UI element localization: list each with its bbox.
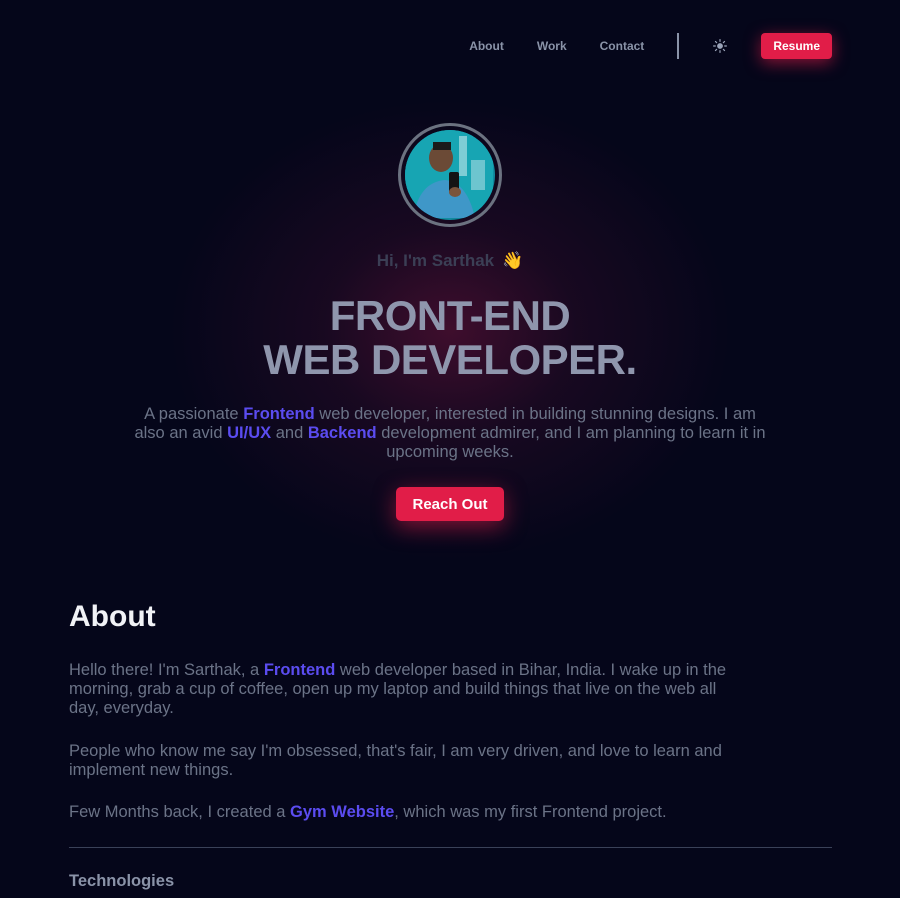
- about-paragraph-3: Few Months back, I created a Gym Website…: [69, 803, 729, 822]
- greeting: Hi, I'm Sarthak 👋: [0, 251, 900, 271]
- highlight-uiux: UI/UX: [227, 424, 272, 442]
- reach-out-button[interactable]: Reach Out: [396, 487, 504, 521]
- resume-button[interactable]: Resume: [761, 33, 832, 59]
- about-text: , which was my first Frontend project.: [394, 803, 667, 821]
- highlight-backend: Backend: [307, 424, 377, 442]
- avatar-photo: [405, 130, 495, 220]
- intro-text: and: [271, 424, 308, 442]
- technologies-title: Technologies: [69, 872, 175, 890]
- headline-line-1: FRONT-END: [329, 292, 571, 339]
- about-text: Hello there! I'm Sarthak, a: [69, 661, 264, 679]
- about-text: Few Months back, I created a: [69, 803, 291, 821]
- highlight-frontend: Frontend: [243, 405, 315, 423]
- wave-icon: 👋: [502, 251, 524, 270]
- about-paragraph-1: Hello there! I'm Sarthak, a Frontend web…: [69, 661, 729, 718]
- about-paragraph-2: People who know me say I'm obsessed, tha…: [69, 742, 722, 779]
- about-title: About: [69, 600, 156, 633]
- section-divider: [69, 847, 832, 848]
- nav-link-work[interactable]: Work: [537, 39, 567, 53]
- sun-icon[interactable]: [711, 37, 729, 55]
- hero-headline: FRONT-END WEB DEVELOPER.: [0, 294, 900, 382]
- top-nav: About Work Contact Resume: [469, 32, 832, 60]
- highlight-frontend: Frontend: [263, 661, 336, 679]
- nav-divider: [677, 33, 680, 59]
- hero-intro: A passionate Frontend web developer, int…: [130, 405, 770, 462]
- gym-website-link[interactable]: Gym Website: [290, 803, 394, 821]
- intro-text: development admirer, and I am planning t…: [376, 424, 766, 461]
- intro-text: A passionate: [144, 405, 244, 423]
- headline-line-2: WEB DEVELOPER.: [263, 336, 637, 383]
- page: About Work Contact Resume Hi, I'm Sartha…: [0, 0, 900, 898]
- nav-link-about[interactable]: About: [469, 39, 504, 53]
- greeting-text: Hi, I'm Sarthak: [376, 251, 495, 270]
- avatar: [398, 123, 502, 227]
- nav-link-contact[interactable]: Contact: [600, 39, 645, 53]
